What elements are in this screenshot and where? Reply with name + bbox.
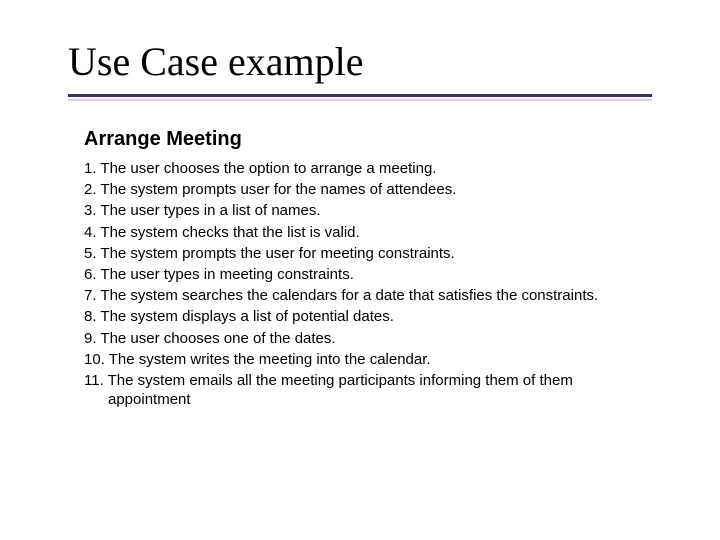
title-underline-light (68, 99, 652, 101)
title-underline-dark (68, 94, 652, 97)
step-item: 3. The user types in a list of names. (84, 201, 644, 220)
step-item: 2. The system prompts user for the names… (84, 180, 644, 199)
step-item: 8. The system displays a list of potenti… (84, 307, 644, 326)
step-item: 11. The system emails all the meeting pa… (84, 371, 644, 409)
step-item: 5. The system prompts the user for meeti… (84, 244, 644, 263)
step-item: 4. The system checks that the list is va… (84, 223, 644, 242)
step-item: 9. The user chooses one of the dates. (84, 329, 644, 348)
step-item: 7. The system searches the calendars for… (84, 286, 644, 305)
step-item: 1. The user chooses the option to arrang… (84, 159, 644, 178)
slide-title: Use Case example (68, 40, 652, 84)
step-item: 6. The user types in meeting constraints… (84, 265, 644, 284)
use-case-name: Arrange Meeting (84, 128, 644, 151)
step-item: 10. The system writes the meeting into t… (84, 350, 644, 369)
slide: Use Case example Arrange Meeting 1. The … (0, 0, 720, 540)
body-content: Arrange Meeting 1. The user chooses the … (84, 128, 644, 411)
title-block: Use Case example (68, 40, 652, 101)
